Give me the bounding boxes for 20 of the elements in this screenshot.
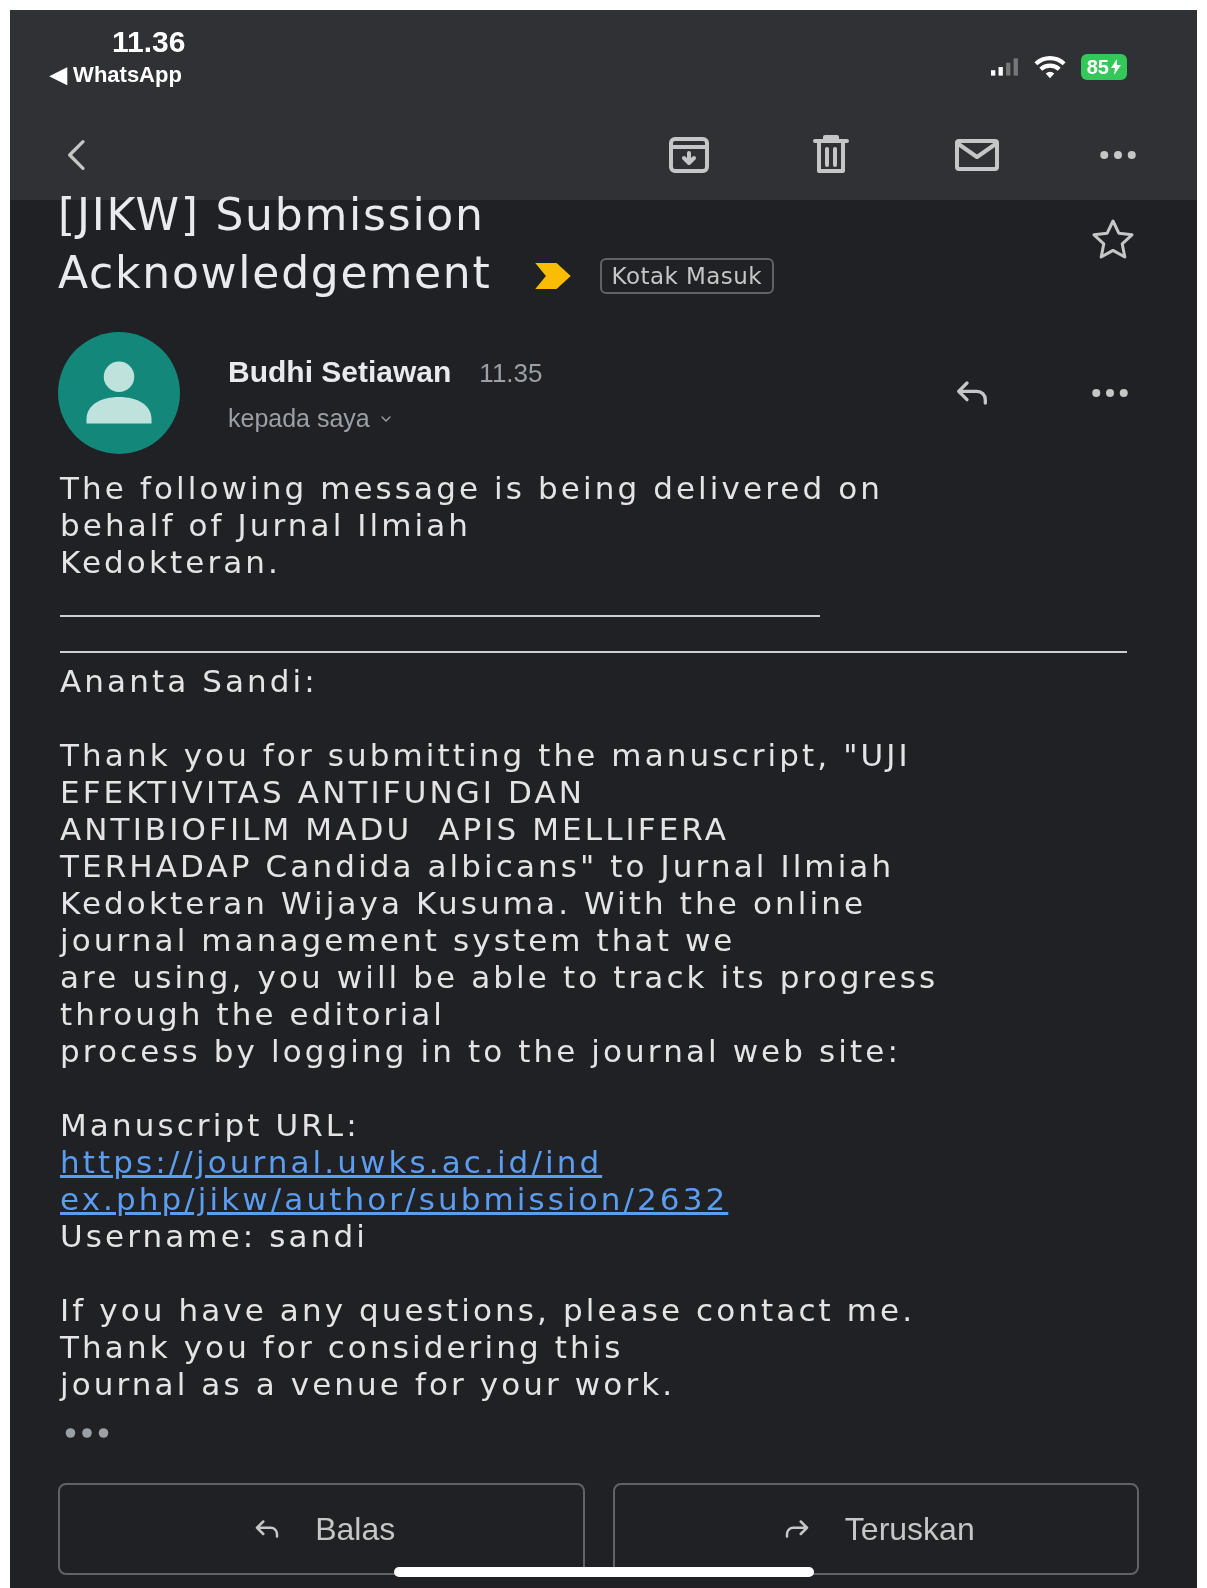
wifi-icon: [1032, 54, 1067, 80]
message-text: Ananta Sandi:: [60, 663, 318, 700]
message-text: Username: sandi: [60, 1218, 368, 1255]
signal-icon: [990, 58, 1019, 76]
battery-icon: 85: [1080, 54, 1127, 80]
message-text: The following message is being delivered on behalf of Jurnal Ilmiah Kedokteran.: [60, 470, 884, 581]
avatar-icon: [58, 332, 180, 454]
label-badge[interactable]: Kotak Masuk: [599, 258, 775, 294]
message-text: Manuscript URL:: [60, 1107, 360, 1144]
manuscript-link[interactable]: https://journal.uwks.ac.id/ind ex.php/jikw/author/submission/2632: [60, 1144, 729, 1218]
back-to-app-link[interactable]: ◀ WhatsApp: [50, 60, 186, 90]
email-subject: [JIKW] Submission Acknowledgement: [58, 189, 492, 298]
recipient-text[interactable]: kepada saya: [228, 399, 370, 438]
sent-time: 11.35: [479, 356, 543, 390]
more-icon[interactable]: [1091, 388, 1129, 398]
message-text: Thank you for submitting the manuscript, "UJI EFEKTIVITAS ANTIFUNGI DAN ANTIBIOFILM MADU APIS MELLIFERA TERHADAP Candida albicans" to Jurnal Ilmiah Kedokteran Wijaya Kusuma. With the online journal management system that we are using, you will be able to track its progress through the editorial process by logging in to the journal web site:: [60, 737, 939, 1070]
sender-name: Budhi Setiawan: [228, 353, 452, 390]
status-time: 11.36: [112, 24, 186, 60]
more-icon[interactable]: [1099, 150, 1137, 160]
message-text: If you have any questions, please contact me. Thank you for considering this journal as a venue for your work.: [60, 1292, 916, 1403]
